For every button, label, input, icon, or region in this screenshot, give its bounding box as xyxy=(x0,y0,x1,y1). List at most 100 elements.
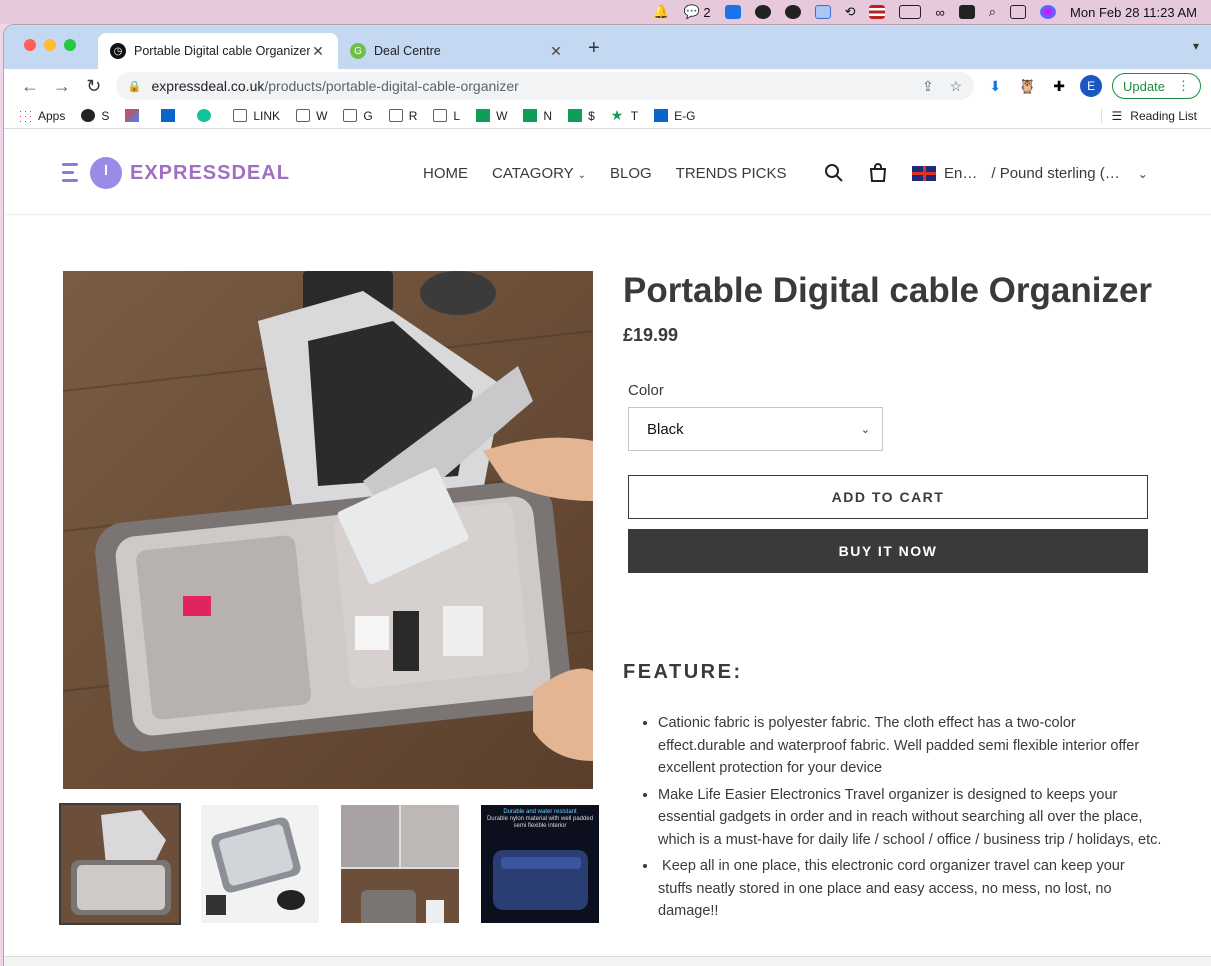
forward-arrow-icon[interactable]: → xyxy=(46,76,78,97)
url-path: /products/portable-digital-cable-organiz… xyxy=(264,78,519,94)
bookmark-folder-w[interactable]: W xyxy=(296,109,327,123)
currency-label: / Pound sterling (… xyxy=(991,165,1120,182)
update-button[interactable]: Update ⋮ xyxy=(1112,73,1201,99)
profile-avatar[interactable]: E xyxy=(1080,75,1103,97)
tab-product[interactable]: ◷ Portable Digital cable Organizer ✕ xyxy=(98,33,338,69)
download-extension-icon[interactable]: ⬇ xyxy=(984,78,1006,95)
close-tab-icon[interactable]: ✕ xyxy=(310,43,326,60)
close-tab-icon[interactable]: ✕ xyxy=(548,43,564,60)
menubar-clock[interactable]: Mon Feb 28 11:23 AM xyxy=(1070,0,1197,24)
chevron-down-icon: ⌄ xyxy=(577,170,586,181)
buy-it-now-button[interactable]: BUY IT NOW xyxy=(628,529,1148,574)
bookmark-outlook[interactable] xyxy=(161,109,181,122)
bookmark-star-icon[interactable]: ☆ xyxy=(950,78,963,95)
bookmark-e-g[interactable]: E-G xyxy=(654,109,695,123)
battery-icon[interactable] xyxy=(899,0,922,24)
wechat-icon[interactable]: 💬 2 xyxy=(684,0,711,24)
bookmark-gmail[interactable] xyxy=(125,109,145,122)
product-price: £19.99 xyxy=(623,325,679,346)
color-select-value: Black xyxy=(647,420,684,438)
bookmark-folder-link[interactable]: LINK xyxy=(233,109,280,123)
tab-deal-centre[interactable]: G Deal Centre ✕ xyxy=(338,33,576,69)
site-logo[interactable]: EXPRESSDEAL xyxy=(62,157,290,189)
outlook-icon xyxy=(161,109,176,122)
control-center-icon[interactable] xyxy=(1010,0,1027,24)
web-page: EXPRESSDEAL HOME CATAGORY ⌄ BLOG TRENDS … xyxy=(4,135,1211,966)
display-icon[interactable] xyxy=(814,0,831,24)
bottom-status-strip xyxy=(4,956,1211,966)
sheets-icon xyxy=(523,109,538,122)
teamviewer-icon[interactable] xyxy=(724,0,741,24)
wechat-count: 2 xyxy=(703,4,711,20)
thumbnail-1[interactable] xyxy=(59,803,181,925)
time-machine-icon[interactable]: ⟲ xyxy=(845,0,856,24)
us-flag-icon[interactable] xyxy=(869,0,886,24)
new-tab-icon[interactable]: + xyxy=(588,37,600,60)
memory-app-icon[interactable] xyxy=(958,0,975,24)
bookmark-sheet-n[interactable]: N xyxy=(523,109,552,123)
chevron-down-icon: ⌄ xyxy=(1137,166,1148,181)
bookmark-s[interactable]: S xyxy=(81,109,109,123)
header-icons xyxy=(824,163,888,188)
shield-app-icon[interactable] xyxy=(784,0,801,24)
spotlight-search-icon[interactable]: ⌕ xyxy=(989,0,996,24)
clock-favicon-icon: ◷ xyxy=(110,43,126,59)
bookmark-folder-l[interactable]: L xyxy=(433,109,460,123)
thumbnail-caption-title: Durable and water resistant xyxy=(503,809,577,815)
thumbnail-4[interactable]: Durable and water resistant Durable nylo… xyxy=(479,803,601,925)
notification-bell-icon[interactable]: 🔔 xyxy=(653,0,669,24)
feature-item: Keep all in one place, this electronic c… xyxy=(658,855,1163,923)
uk-flag-icon xyxy=(912,166,936,181)
chevron-down-icon: ⌄ xyxy=(860,423,870,436)
tab-title: Deal Centre xyxy=(374,44,441,58)
cart-bag-icon[interactable] xyxy=(868,163,888,188)
sheets-icon xyxy=(568,109,583,122)
color-select[interactable]: Black ⌄ xyxy=(628,407,883,452)
nav-home[interactable]: HOME xyxy=(423,165,468,182)
bookmark-t[interactable]: ★ T xyxy=(611,108,638,123)
deal-favicon-icon: G xyxy=(350,43,366,59)
checkmark-app-icon[interactable] xyxy=(754,0,771,24)
update-label: Update xyxy=(1123,78,1165,94)
main-product-image[interactable] xyxy=(63,271,593,789)
add-to-cart-button[interactable]: ADD TO CART xyxy=(628,475,1148,520)
bookmark-apps[interactable]: Apps xyxy=(18,109,65,123)
globe-icon xyxy=(81,109,96,122)
nav-category[interactable]: CATAGORY ⌄ xyxy=(492,165,586,182)
feature-item: Make Life Easier Electronics Travel orga… xyxy=(658,784,1163,852)
owl-extension-icon[interactable]: 🦉 xyxy=(1016,78,1038,95)
site-header: EXPRESSDEAL HOME CATAGORY ⌄ BLOG TRENDS … xyxy=(4,135,1211,215)
color-option-label: Color xyxy=(628,382,664,400)
share-icon[interactable]: ⇪ xyxy=(922,78,934,95)
bookmark-folder-g[interactable]: G xyxy=(343,109,373,123)
product-details: Portable Digital cable Organizer £19.99 … xyxy=(623,271,1163,927)
close-window-button[interactable] xyxy=(24,39,36,51)
bookmark-sheet-w[interactable]: W xyxy=(476,109,507,123)
thumbnail-2[interactable] xyxy=(199,803,321,925)
maximize-window-button[interactable] xyxy=(64,39,76,51)
logo-clock-icon xyxy=(90,157,122,189)
bookmarks-bar: Apps S LINK W G R L W N $ ★ T E-G ☰ Readin… xyxy=(4,103,1211,129)
search-icon[interactable] xyxy=(824,163,844,188)
extensions-puzzle-icon[interactable]: ✚ xyxy=(1048,78,1070,95)
nav-trends-picks[interactable]: TRENDS PICKS xyxy=(676,165,787,182)
lock-icon[interactable]: 🔒 xyxy=(128,80,142,93)
reload-icon[interactable]: ↻ xyxy=(78,76,110,97)
siri-icon[interactable] xyxy=(1040,0,1057,24)
reading-list-button[interactable]: ☰ Reading List xyxy=(1100,108,1197,123)
bookmark-grammarly[interactable] xyxy=(197,109,217,122)
thumbnail-3[interactable] xyxy=(339,803,461,925)
minimize-window-button[interactable] xyxy=(44,39,56,51)
nav-blog[interactable]: BLOG xyxy=(610,165,652,182)
tab-search-chevron-icon[interactable]: ▾ xyxy=(1193,39,1199,53)
main-nav: HOME CATAGORY ⌄ BLOG TRENDS PICKS xyxy=(423,165,787,182)
bookmark-sheet-dollar[interactable]: $ xyxy=(568,109,595,123)
link-icon[interactable]: ∞ xyxy=(935,0,944,24)
outlook-icon xyxy=(654,109,669,122)
tab-title: Portable Digital cable Organizer xyxy=(134,44,310,58)
bookmark-folder-r[interactable]: R xyxy=(388,109,417,123)
locale-selector[interactable]: En… / Pound sterling (… ⌄ xyxy=(912,165,1148,182)
sheets-icon xyxy=(476,109,491,122)
address-bar[interactable]: 🔒 expressdeal.co.uk/products/portable-di… xyxy=(115,72,975,100)
back-arrow-icon[interactable]: ← xyxy=(14,76,46,97)
